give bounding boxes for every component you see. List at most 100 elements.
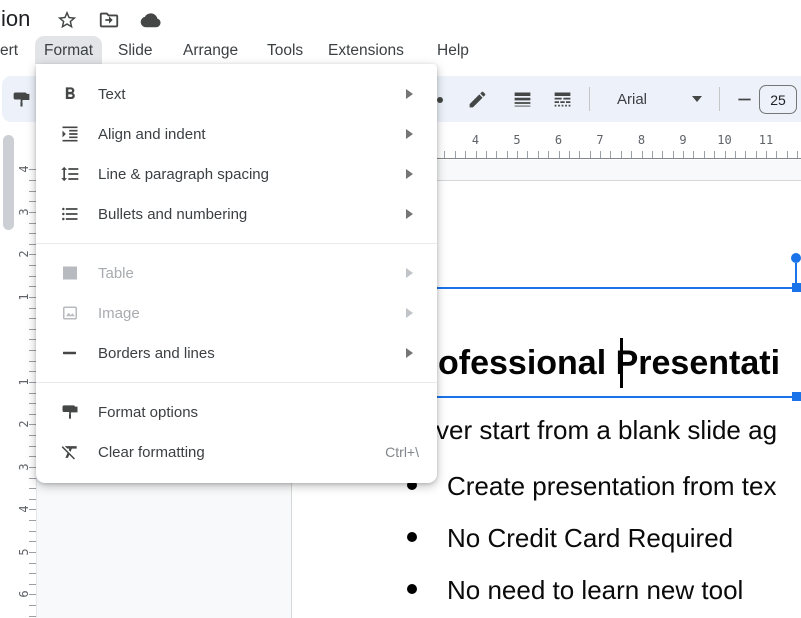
menubar-item-help[interactable]: Help — [437, 38, 469, 64]
image-icon — [60, 303, 80, 323]
ruler-tick — [29, 446, 36, 447]
ruler-tick — [29, 169, 36, 170]
star-icon[interactable] — [54, 7, 80, 33]
ruler-tick — [600, 151, 601, 158]
ruler-tick — [29, 233, 36, 234]
menu-item-image[interactable]: Image — [36, 293, 437, 333]
ruler-tick — [29, 265, 36, 266]
menu-item-text[interactable]: Text — [36, 74, 437, 114]
font-family-select[interactable]: Arial — [607, 76, 657, 122]
toolbar-separator — [719, 87, 720, 111]
rotation-handle[interactable] — [791, 253, 801, 263]
menu-item-label: Bullets and numbering — [98, 206, 406, 223]
bold-icon — [60, 84, 80, 104]
ruler-tick — [455, 151, 456, 158]
menu-item-label: Image — [98, 305, 406, 322]
menubar-item-extensions[interactable]: Extensions — [328, 38, 404, 64]
menu-item-label: Clear formatting — [98, 444, 385, 461]
ruler-tick — [29, 435, 36, 436]
rotation-handle-stem — [795, 263, 797, 287]
submenu-arrow-icon — [406, 308, 413, 318]
menu-item-borders-and-lines[interactable]: Borders and lines — [36, 333, 437, 373]
ruler-tick — [29, 541, 36, 542]
ruler-tick — [683, 151, 684, 158]
menu-item-format-options[interactable]: Format options — [36, 392, 437, 432]
ruler-tick — [29, 329, 36, 330]
menu-item-label: Line & paragraph spacing — [98, 166, 406, 183]
menu-divider — [36, 243, 437, 244]
ruler-tick — [797, 151, 798, 158]
format-dropdown-menu: Text Align and indent Line & paragraph s… — [36, 64, 437, 483]
filmstrip-scrollbar-thumb[interactable] — [3, 135, 14, 230]
ruler-tick — [756, 151, 757, 158]
font-size-input[interactable]: 25 — [759, 85, 797, 114]
bullet-text: Create presentation from tex — [447, 471, 777, 502]
ruler-number: 9 — [673, 133, 693, 147]
cloud-saved-icon[interactable] — [138, 7, 164, 33]
toolbar-separator — [589, 87, 590, 111]
bullet-text: No Credit Card Required — [447, 523, 733, 554]
ruler-tick — [29, 393, 36, 394]
border-color-pen-button[interactable] — [461, 76, 493, 122]
menu-item-clear-formatting[interactable]: Clear formatting Ctrl+\ — [36, 432, 437, 472]
paint-format-button[interactable] — [5, 76, 37, 122]
menu-item-shortcut: Ctrl+\ — [385, 444, 419, 460]
ruler-tick — [29, 403, 36, 404]
document-title[interactable]: ion — [1, 6, 30, 32]
menu-item-label: Format options — [98, 404, 437, 421]
slide-subtitle-text[interactable]: ver start from a blank slide ag — [436, 415, 777, 446]
ruler-tick — [652, 151, 653, 158]
text-caret — [620, 338, 623, 388]
dash-icon — [60, 343, 80, 363]
ruler-tick — [29, 382, 36, 383]
submenu-arrow-icon — [406, 348, 413, 358]
ruler-tick — [29, 308, 36, 309]
menu-item-label: Align and indent — [98, 126, 406, 143]
ruler-tick — [29, 244, 36, 245]
ruler-tick — [776, 151, 777, 158]
menubar-item-arrange[interactable]: Arrange — [183, 38, 238, 64]
ruler-number: 6 — [549, 133, 569, 147]
move-folder-icon[interactable] — [96, 7, 122, 33]
ruler-tick — [29, 478, 36, 479]
menubar-item-insert-fragment[interactable]: ert — [0, 38, 18, 64]
menubar-item-slide[interactable]: Slide — [118, 38, 152, 64]
menu-item-bullets-and-numbering[interactable]: Bullets and numbering — [36, 194, 437, 234]
ruler-tick — [29, 552, 36, 553]
ruler-tick — [29, 563, 36, 564]
ruler-tick — [621, 151, 622, 158]
menu-item-line-paragraph-spacing[interactable]: Line & paragraph spacing — [36, 154, 437, 194]
ruler-tick — [610, 151, 611, 158]
menubar-item-format[interactable]: Format — [44, 38, 93, 64]
fill-color-icon-fragment[interactable] — [437, 97, 443, 103]
ruler-tick — [579, 151, 580, 158]
ruler-tick — [29, 467, 36, 468]
ruler-tick — [29, 318, 36, 319]
ruler-tick — [29, 350, 36, 351]
ruler-tick — [29, 584, 36, 585]
border-dash-button[interactable] — [546, 76, 578, 122]
ruler-number: 10 — [715, 133, 735, 147]
ruler-number: 8 — [632, 133, 652, 147]
ruler-tick — [704, 151, 705, 158]
ruler-tick — [29, 191, 36, 192]
menu-item-align-and-indent[interactable]: Align and indent — [36, 114, 437, 154]
ruler-tick — [29, 371, 36, 372]
decrease-font-size-button[interactable] — [730, 76, 758, 122]
ruler-tick — [29, 531, 36, 532]
ruler-tick — [766, 151, 767, 158]
line-spacing-icon — [60, 164, 80, 184]
menubar-item-tools[interactable]: Tools — [267, 38, 303, 64]
ruler-tick — [29, 286, 36, 287]
selection-handle[interactable] — [792, 392, 801, 401]
border-weight-button[interactable] — [506, 76, 538, 122]
submenu-arrow-icon — [406, 268, 413, 278]
ruler-tick — [29, 509, 36, 510]
submenu-arrow-icon — [406, 169, 413, 179]
ruler-tick — [496, 151, 497, 158]
menu-item-table[interactable]: Table — [36, 253, 437, 293]
ruler-tick — [735, 151, 736, 158]
font-family-dropdown-icon[interactable] — [688, 76, 706, 122]
clear-format-icon — [60, 442, 80, 462]
submenu-arrow-icon — [406, 89, 413, 99]
